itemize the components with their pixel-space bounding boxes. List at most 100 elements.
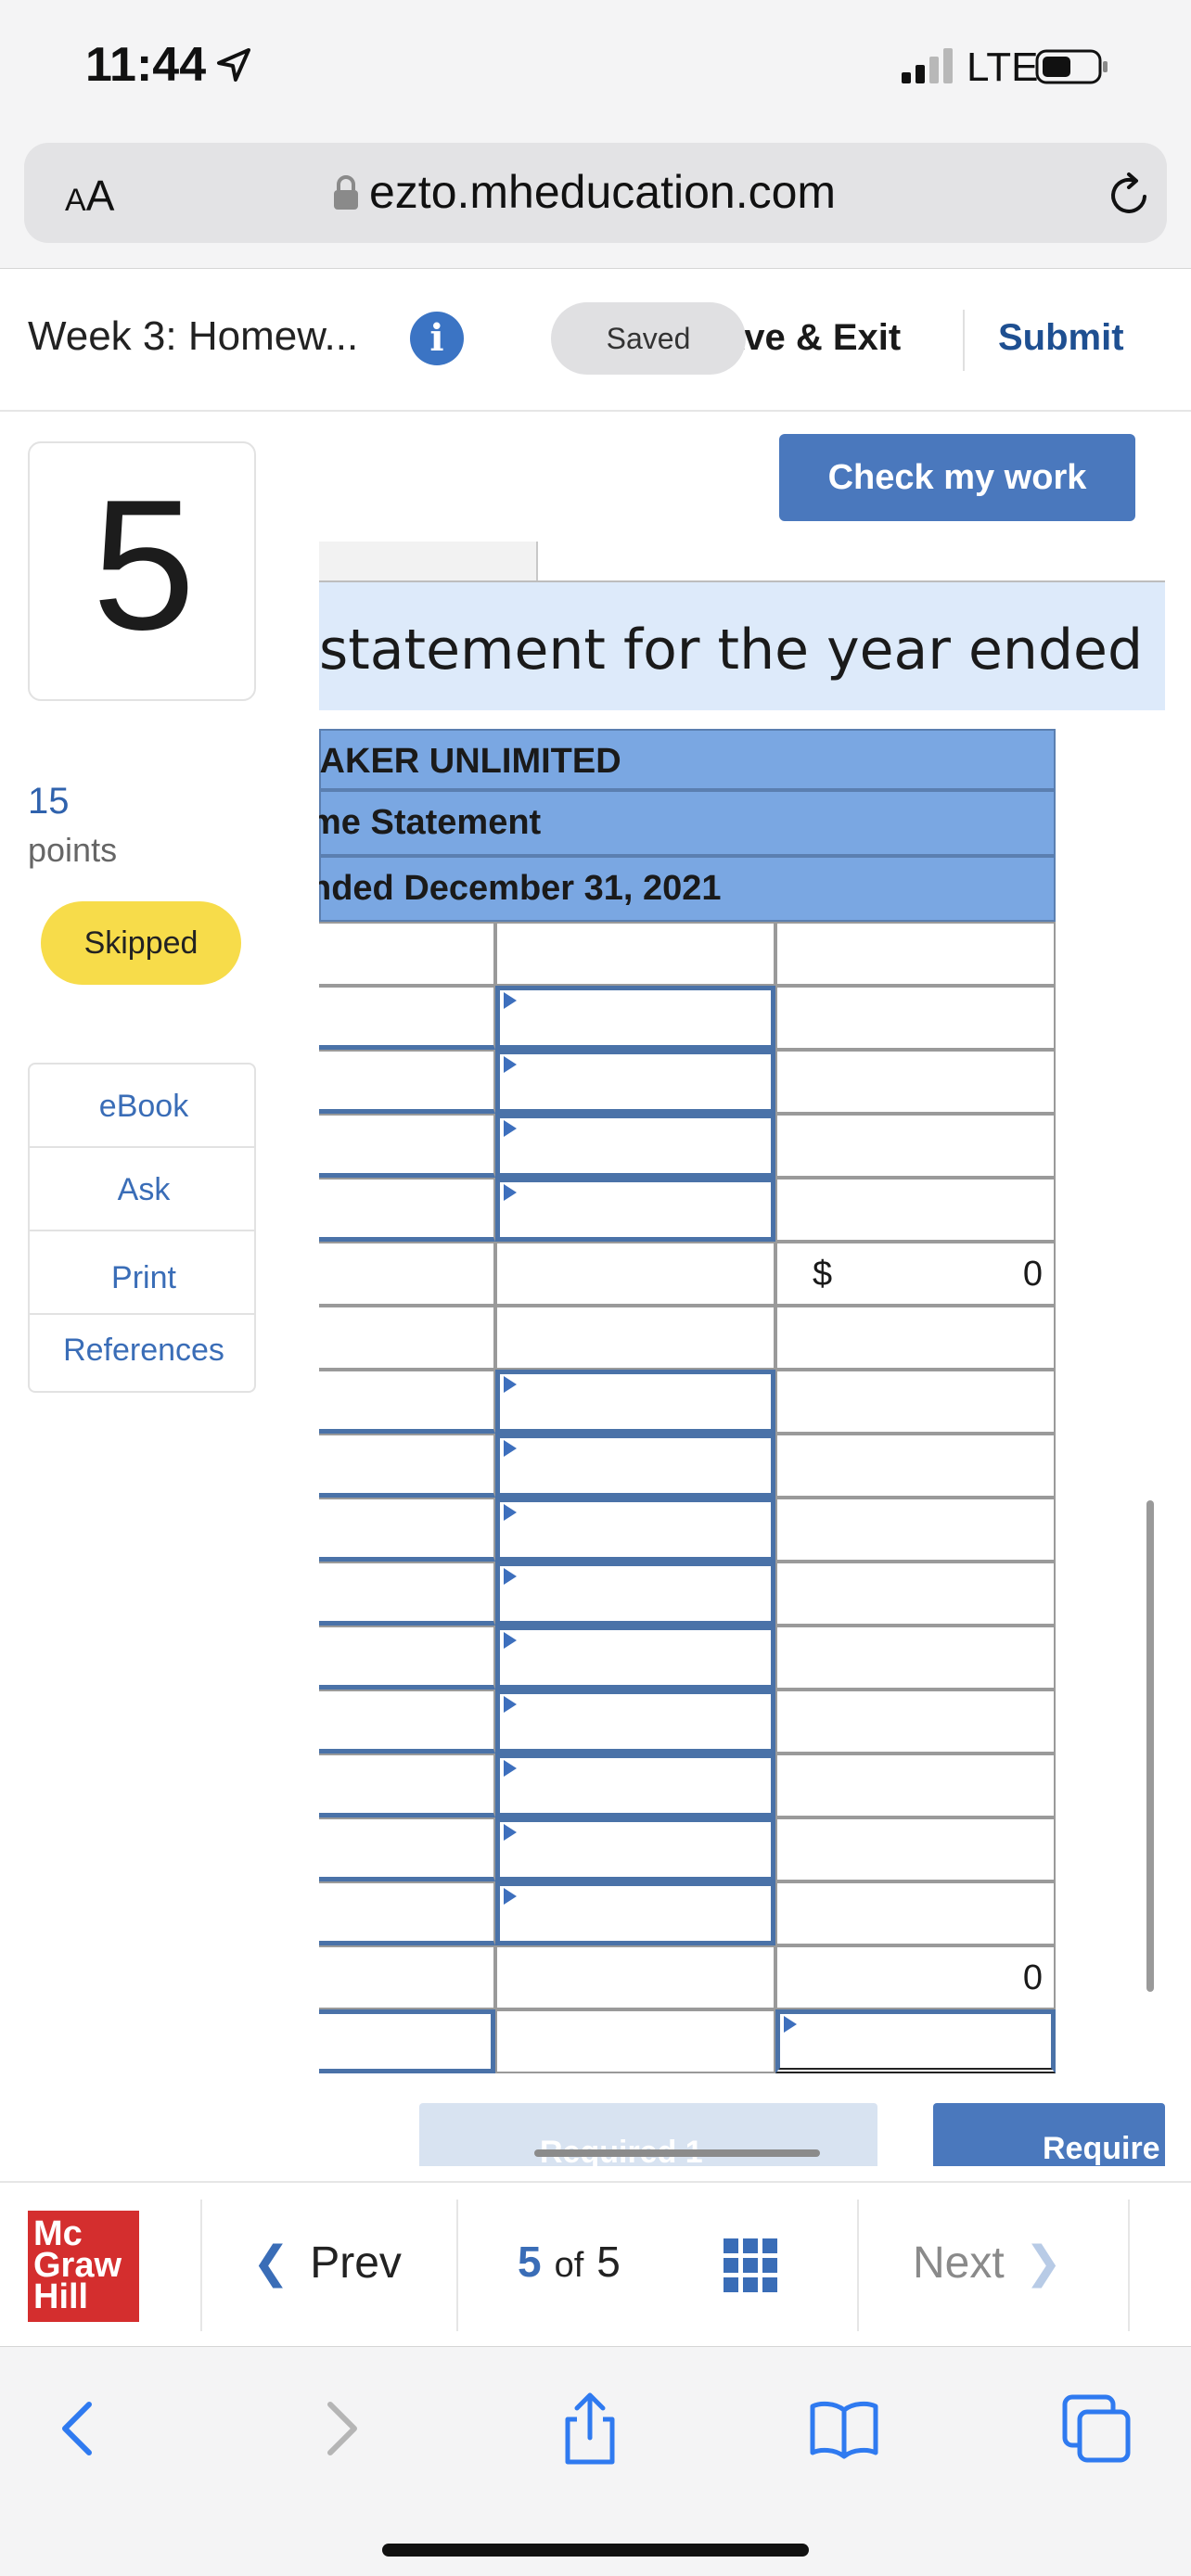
ask-link[interactable]: Ask xyxy=(30,1148,254,1231)
text-size-button[interactable]: AA xyxy=(65,171,114,221)
nav-divider xyxy=(456,2200,458,2331)
dropdown-marker-icon xyxy=(504,1504,517,1521)
amount-input[interactable] xyxy=(495,1114,775,1178)
table-row xyxy=(319,1370,1056,1434)
dropdown-marker-icon xyxy=(504,1376,517,1393)
account-name-cell[interactable] xyxy=(319,1881,495,1945)
statement-period: nded December 31, 2021 xyxy=(319,856,1056,922)
amount-input[interactable] xyxy=(495,986,775,1050)
account-name-cell[interactable] xyxy=(319,1178,495,1242)
references-link[interactable]: References xyxy=(30,1315,254,1391)
home-indicator xyxy=(382,2544,809,2557)
amount-input[interactable] xyxy=(495,1881,775,1945)
account-name-cell[interactable] xyxy=(319,1817,495,1881)
dropdown-marker-icon xyxy=(504,1632,517,1649)
next-required-button[interactable]: Require xyxy=(933,2103,1165,2166)
amount-input[interactable] xyxy=(495,1050,775,1114)
ebook-link[interactable]: eBook xyxy=(30,1065,254,1148)
info-icon[interactable]: i xyxy=(410,312,464,365)
table-row xyxy=(319,1881,1056,1945)
total-cell xyxy=(775,1753,1056,1817)
account-name-cell[interactable] xyxy=(319,1626,495,1690)
question-pager[interactable]: 5 of 5 xyxy=(518,2237,621,2287)
total-cell xyxy=(775,986,1056,1050)
reload-icon[interactable] xyxy=(1104,169,1156,221)
horizontal-scrollbar[interactable] xyxy=(534,2149,820,2157)
amount-input xyxy=(495,2009,775,2073)
table-row xyxy=(319,1753,1056,1817)
assignment-header: Week 3: Homew... i ave & Exit Saved Subm… xyxy=(0,269,1191,412)
chevron-left-icon: ❮ xyxy=(252,2238,290,2288)
statement-company-name: IAKER UNLIMITED xyxy=(319,729,1056,790)
account-name-cell[interactable] xyxy=(319,1114,495,1178)
total-value: 0 xyxy=(1022,1958,1043,1997)
table-row xyxy=(319,1050,1056,1114)
nav-divider xyxy=(857,2200,859,2331)
account-name-cell[interactable] xyxy=(319,1753,495,1817)
income-statement-table: IAKER UNLIMITED me Statement nded Decemb… xyxy=(319,729,1056,2073)
prev-question-button[interactable]: ❮ Prev xyxy=(252,2237,402,2289)
account-name-cell[interactable] xyxy=(319,1370,495,1434)
grid-view-icon[interactable] xyxy=(724,2238,777,2292)
amount-input[interactable] xyxy=(495,1562,775,1626)
net-income-input[interactable] xyxy=(775,2009,1056,2073)
account-name-cell[interactable] xyxy=(319,986,495,1050)
table-row xyxy=(319,1434,1056,1498)
address-bar: AA ezto.mheducation.com xyxy=(0,139,1191,269)
saved-toast: Saved xyxy=(551,302,746,375)
current-question: 5 xyxy=(518,2238,542,2286)
total-cell xyxy=(775,1178,1056,1242)
tabs-icon[interactable] xyxy=(1059,2391,1133,2466)
amount-input[interactable] xyxy=(495,1626,775,1690)
amount-input[interactable] xyxy=(495,1817,775,1881)
amount-input[interactable] xyxy=(495,1690,775,1753)
question-number: 5 xyxy=(92,462,196,669)
url-text: ezto.mheducation.com xyxy=(369,166,837,218)
table-row: 0 xyxy=(319,1945,1056,2009)
amount-input[interactable] xyxy=(495,1753,775,1817)
share-icon[interactable] xyxy=(553,2391,627,2466)
amount-input[interactable] xyxy=(495,1498,775,1562)
table-row xyxy=(319,1114,1056,1178)
url-field[interactable]: AA ezto.mheducation.com xyxy=(24,143,1167,243)
part-tab[interactable] xyxy=(319,542,538,580)
dropdown-marker-icon xyxy=(504,1760,517,1777)
total-cell xyxy=(775,1881,1056,1945)
total-cell xyxy=(775,1114,1056,1178)
submit-button[interactable]: Submit xyxy=(998,317,1124,359)
amount-input[interactable] xyxy=(495,1370,775,1434)
dropdown-marker-icon xyxy=(504,1824,517,1841)
table-row xyxy=(319,1626,1056,1690)
dropdown-marker-icon xyxy=(504,1184,517,1201)
total-cell xyxy=(775,1498,1056,1562)
forward-icon[interactable] xyxy=(302,2391,377,2466)
account-name-cell xyxy=(319,1306,495,1370)
account-name-cell[interactable] xyxy=(319,1562,495,1626)
browser-toolbar xyxy=(0,2346,1191,2576)
account-name-cell[interactable] xyxy=(319,2009,495,2073)
dropdown-marker-icon xyxy=(504,992,517,1009)
next-question-button[interactable]: Next ❯ xyxy=(913,2237,1062,2289)
account-name-cell[interactable] xyxy=(319,1434,495,1498)
chevron-right-icon: ❯ xyxy=(1024,2238,1062,2288)
amount-input[interactable] xyxy=(495,1178,775,1242)
print-link[interactable]: Print xyxy=(30,1231,254,1315)
check-my-work-button[interactable]: Check my work xyxy=(779,434,1135,521)
bookmarks-icon[interactable] xyxy=(807,2391,881,2466)
assignment-title[interactable]: Week 3: Homew... xyxy=(28,313,358,360)
vertical-scrollbar[interactable] xyxy=(1146,1500,1154,1992)
account-name-cell[interactable] xyxy=(319,1050,495,1114)
lock-icon xyxy=(334,175,358,210)
amount-input xyxy=(495,922,775,986)
total-cell xyxy=(775,1434,1056,1498)
table-row: $0 xyxy=(319,1242,1056,1306)
table-row xyxy=(319,2009,1056,2073)
account-name-cell[interactable] xyxy=(319,1690,495,1753)
cellular-signal-icon xyxy=(902,48,953,83)
account-name-cell[interactable] xyxy=(319,1498,495,1562)
table-row xyxy=(319,1498,1056,1562)
total-cell xyxy=(775,1562,1056,1626)
amount-input[interactable] xyxy=(495,1434,775,1498)
back-icon[interactable] xyxy=(43,2391,117,2466)
save-exit-button[interactable]: ave & Exit xyxy=(724,317,901,359)
